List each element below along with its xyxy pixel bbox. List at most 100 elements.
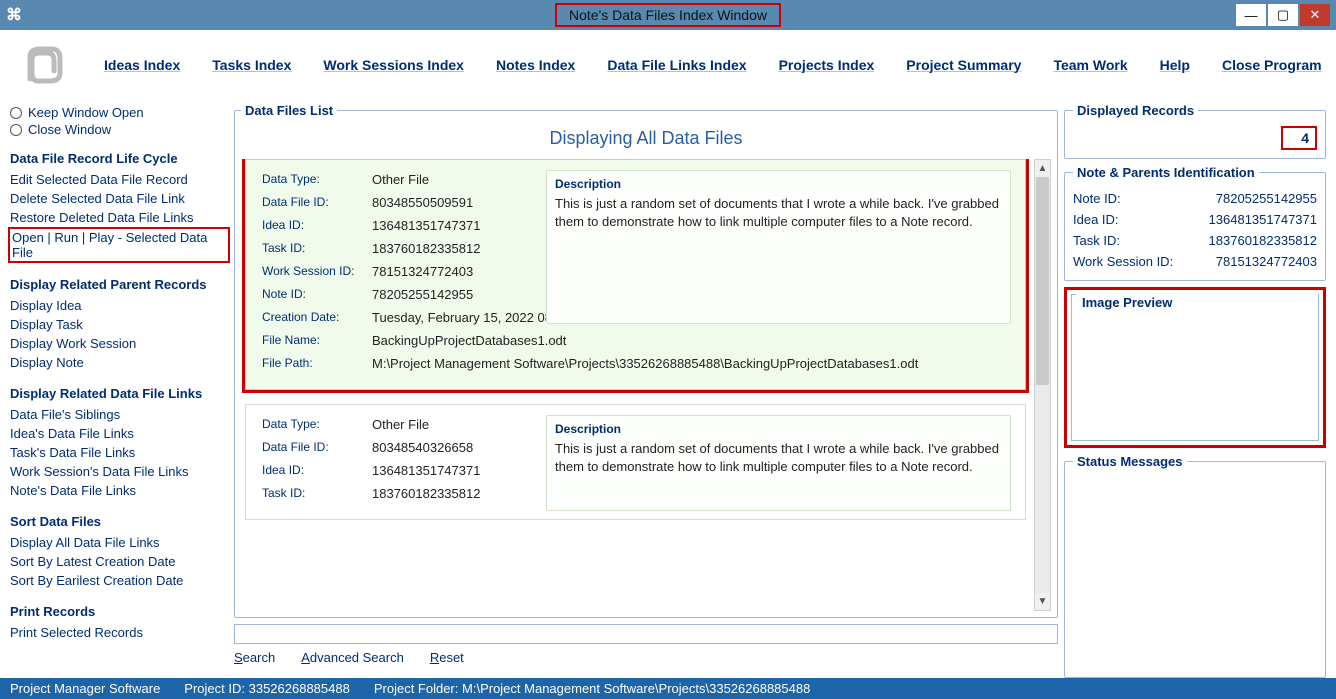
description-label: Description xyxy=(555,177,1002,191)
scroll-up-button[interactable]: ▲ xyxy=(1035,160,1050,177)
search-input[interactable] xyxy=(234,624,1058,644)
link-delete-selected[interactable]: Delete Selected Data File Link xyxy=(10,189,228,208)
label-data-file-id: Data File ID: xyxy=(262,440,372,454)
link-display-all[interactable]: Display All Data File Links xyxy=(10,533,228,552)
displayed-records-count: 4 xyxy=(1281,126,1317,150)
status-messages-legend: Status Messages xyxy=(1073,454,1187,469)
menubar: Ideas Index Tasks Index Work Sessions In… xyxy=(0,30,1336,98)
link-ws-links[interactable]: Work Session's Data File Links xyxy=(10,462,228,481)
menu-team-work[interactable]: Team Work xyxy=(1053,57,1127,73)
app-icon: ⌘ xyxy=(6,5,22,25)
heading-sort: Sort Data Files xyxy=(10,514,228,529)
link-sort-earliest[interactable]: Sort By Earilest Creation Date xyxy=(10,571,228,590)
link-idea-links[interactable]: Idea's Data File Links xyxy=(10,424,228,443)
label-ws-id: Work Session ID: xyxy=(262,264,372,278)
status-app-name: Project Manager Software xyxy=(10,681,160,696)
status-messages-box: Status Messages xyxy=(1064,454,1326,678)
ident-task-id-label: Task ID: xyxy=(1073,233,1120,248)
heading-print: Print Records xyxy=(10,604,228,619)
label-idea-id: Idea ID: xyxy=(262,463,372,477)
vertical-scrollbar[interactable]: ▲ ▼ xyxy=(1034,159,1051,611)
menu-tasks-index[interactable]: Tasks Index xyxy=(212,57,291,73)
radio-keep-window-open[interactable]: Keep Window Open xyxy=(10,105,228,120)
label-note-id: Note ID: xyxy=(262,287,372,301)
scroll-thumb[interactable] xyxy=(1036,177,1049,385)
reset-link[interactable]: Reset xyxy=(430,650,464,665)
menu-work-sessions-index[interactable]: Work Sessions Index xyxy=(323,57,464,73)
value-file-path: M:\Project Management Software\Projects\… xyxy=(372,356,1009,371)
titlebar: ⌘ Note's Data Files Index Window — ▢ ✕ xyxy=(0,0,1336,30)
link-open-run-play[interactable]: Open | Run | Play - Selected Data File xyxy=(8,227,230,263)
link-display-note[interactable]: Display Note xyxy=(10,353,228,372)
heading-lifecycle: Data File Record Life Cycle xyxy=(10,151,228,166)
menu-help[interactable]: Help xyxy=(1160,57,1190,73)
maximize-button[interactable]: ▢ xyxy=(1268,4,1298,26)
label-file-path: File Path: xyxy=(262,356,372,370)
data-files-list: Data Files List Displaying All Data File… xyxy=(234,103,1058,618)
scroll-track[interactable] xyxy=(1035,177,1050,593)
radio-keep-label: Keep Window Open xyxy=(28,105,144,120)
heading-parent-records: Display Related Parent Records xyxy=(10,277,228,292)
status-project-folder: Project Folder: M:\Project Management So… xyxy=(374,681,811,696)
menu-data-file-links-index[interactable]: Data File Links Index xyxy=(607,57,746,73)
advanced-search-link[interactable]: Advanced Search xyxy=(301,650,404,665)
list-heading: Displaying All Data Files xyxy=(241,128,1051,149)
logo xyxy=(8,40,78,90)
link-edit-selected[interactable]: Edit Selected Data File Record xyxy=(10,170,228,189)
data-file-card[interactable]: Data Type: Other File Data File ID: 8034… xyxy=(245,159,1026,390)
ident-idea-id-label: Idea ID: xyxy=(1073,212,1119,227)
image-preview-legend: Image Preview xyxy=(1076,293,1318,312)
search-link[interactable]: Search xyxy=(234,650,275,665)
displayed-records-legend: Displayed Records xyxy=(1073,103,1198,118)
link-note-links[interactable]: Note's Data File Links xyxy=(10,481,228,500)
displayed-records-box: Displayed Records 4 xyxy=(1064,103,1326,159)
center-panel: Data Files List Displaying All Data File… xyxy=(234,103,1058,678)
description-box: Description This is just a random set of… xyxy=(546,170,1011,324)
link-restore-deleted[interactable]: Restore Deleted Data File Links xyxy=(10,208,228,227)
paperclip-icon xyxy=(18,43,68,87)
description-text: This is just a random set of documents t… xyxy=(555,440,1002,475)
heading-data-file-links: Display Related Data File Links xyxy=(10,386,228,401)
window-controls: — ▢ ✕ xyxy=(1234,4,1330,26)
link-siblings[interactable]: Data File's Siblings xyxy=(10,405,228,424)
link-task-links[interactable]: Task's Data File Links xyxy=(10,443,228,462)
minimize-button[interactable]: — xyxy=(1236,4,1266,26)
identification-legend: Note & Parents Identification xyxy=(1073,165,1259,180)
ident-task-id: 183760182335812 xyxy=(1209,233,1317,248)
label-creation-date: Creation Date: xyxy=(262,310,372,324)
label-idea-id: Idea ID: xyxy=(262,218,372,232)
link-display-idea[interactable]: Display Idea xyxy=(10,296,228,315)
data-files-list-legend: Data Files List xyxy=(241,103,337,118)
link-print-selected[interactable]: Print Selected Records xyxy=(10,623,228,642)
left-panel: Keep Window Open Close Window Data File … xyxy=(10,103,228,678)
menu-notes-index[interactable]: Notes Index xyxy=(496,57,575,73)
description-box: Description This is just a random set of… xyxy=(546,415,1011,511)
search-row: Search Advanced Search Reset xyxy=(234,624,1058,665)
menu-ideas-index[interactable]: Ideas Index xyxy=(104,57,180,73)
radio-close-label: Close Window xyxy=(28,122,111,137)
close-button[interactable]: ✕ xyxy=(1300,4,1330,26)
link-display-work-session[interactable]: Display Work Session xyxy=(10,334,228,353)
menu-close-program[interactable]: Close Program xyxy=(1222,57,1322,73)
link-sort-latest[interactable]: Sort By Latest Creation Date xyxy=(10,552,228,571)
label-task-id: Task ID: xyxy=(262,486,372,500)
ident-ws-id-label: Work Session ID: xyxy=(1073,254,1173,269)
link-display-task[interactable]: Display Task xyxy=(10,315,228,334)
window-title: Note's Data Files Index Window xyxy=(555,3,781,27)
label-task-id: Task ID: xyxy=(262,241,372,255)
label-data-file-id: Data File ID: xyxy=(262,195,372,209)
value-file-name: BackingUpProjectDatabases1.odt xyxy=(372,333,1009,348)
data-file-card[interactable]: Data Type: Other File Data File ID: 8034… xyxy=(245,404,1026,520)
ident-ws-id: 78151324772403 xyxy=(1216,254,1317,269)
label-file-name: File Name: xyxy=(262,333,372,347)
menu-project-summary[interactable]: Project Summary xyxy=(906,57,1021,73)
menu-projects-index[interactable]: Projects Index xyxy=(779,57,875,73)
label-data-type: Data Type: xyxy=(262,172,372,186)
description-label: Description xyxy=(555,422,1002,436)
label-data-type: Data Type: xyxy=(262,417,372,431)
identification-box: Note & Parents Identification Note ID:78… xyxy=(1064,165,1326,281)
image-preview-box: Image Preview xyxy=(1064,287,1326,448)
description-text: This is just a random set of documents t… xyxy=(555,195,1002,230)
radio-close-window[interactable]: Close Window xyxy=(10,122,228,137)
scroll-down-button[interactable]: ▼ xyxy=(1035,593,1050,610)
